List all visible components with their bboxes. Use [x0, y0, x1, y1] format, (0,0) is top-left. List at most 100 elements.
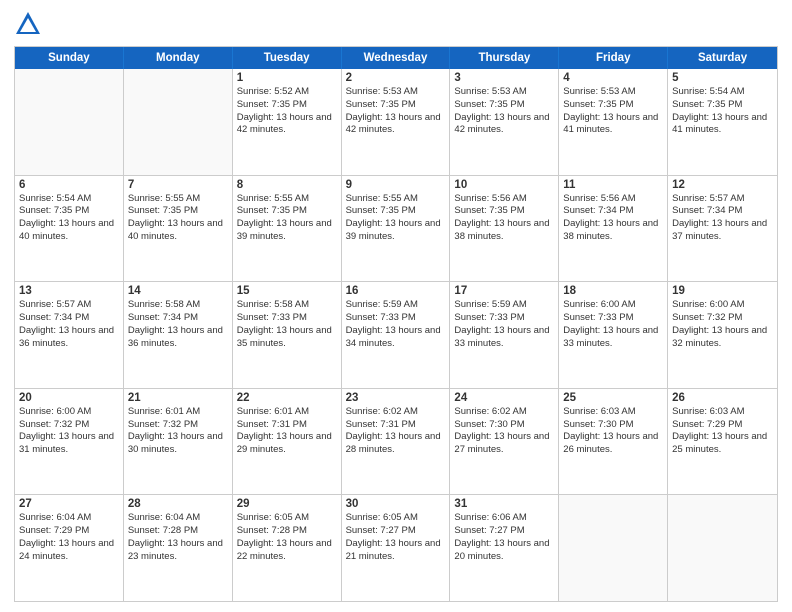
day-detail: Sunrise: 5:58 AM Sunset: 7:34 PM Dayligh… — [128, 299, 228, 350]
day-number: 27 — [19, 498, 119, 510]
day-detail: Sunrise: 5:54 AM Sunset: 7:35 PM Dayligh… — [19, 193, 119, 244]
day-detail: Sunrise: 6:03 AM Sunset: 7:29 PM Dayligh… — [672, 406, 773, 457]
day-detail: Sunrise: 6:02 AM Sunset: 7:30 PM Dayligh… — [454, 406, 554, 457]
day-cell-24: 24 Sunrise: 6:02 AM Sunset: 7:30 PM Dayli… — [450, 389, 559, 495]
day-number: 21 — [128, 392, 228, 404]
day-detail: Sunrise: 6:05 AM Sunset: 7:27 PM Dayligh… — [346, 512, 446, 563]
day-detail: Sunrise: 6:04 AM Sunset: 7:29 PM Dayligh… — [19, 512, 119, 563]
day-cell-15: 15 Sunrise: 5:58 AM Sunset: 7:33 PM Dayli… — [233, 282, 342, 388]
day-number: 4 — [563, 72, 663, 84]
day-number: 13 — [19, 285, 119, 297]
day-number: 19 — [672, 285, 773, 297]
day-number: 24 — [454, 392, 554, 404]
calendar-row-3: 13 Sunrise: 5:57 AM Sunset: 7:34 PM Dayli… — [15, 281, 777, 388]
day-cell-18: 18Sunrise: 6:00 AM Sunset: 7:33 PM Dayli… — [559, 282, 668, 388]
day-number: 16 — [346, 285, 446, 297]
day-number: 3 — [454, 72, 554, 84]
day-detail: Sunrise: 5:53 AM Sunset: 7:35 PM Dayligh… — [346, 86, 446, 137]
day-cell-empty-0-1 — [124, 69, 233, 175]
calendar-row-4: 20 Sunrise: 6:00 AM Sunset: 7:32 PM Dayli… — [15, 388, 777, 495]
day-cell-8: 8 Sunrise: 5:55 AM Sunset: 7:35 PM Daylig… — [233, 176, 342, 282]
day-detail: Sunrise: 5:59 AM Sunset: 7:33 PM Dayligh… — [454, 299, 554, 350]
day-cell-16: 16Sunrise: 5:59 AM Sunset: 7:33 PM Dayli… — [342, 282, 451, 388]
weekday-header-friday: Friday — [559, 47, 668, 69]
day-detail: Sunrise: 5:57 AM Sunset: 7:34 PM Dayligh… — [672, 193, 773, 244]
day-number: 11 — [563, 179, 663, 191]
weekday-header-monday: Monday — [124, 47, 233, 69]
day-number: 1 — [237, 72, 337, 84]
day-cell-empty-4-5 — [559, 495, 668, 601]
page: SundayMondayTuesdayWednesdayThursdayFrid… — [0, 0, 792, 612]
day-number: 31 — [454, 498, 554, 510]
day-cell-3: 3 Sunrise: 5:53 AM Sunset: 7:35 PM Daylig… — [450, 69, 559, 175]
day-number: 22 — [237, 392, 337, 404]
day-cell-19: 19 Sunrise: 6:00 AM Sunset: 7:32 PM Dayli… — [668, 282, 777, 388]
day-cell-5: 5 Sunrise: 5:54 AM Sunset: 7:35 PM Daylig… — [668, 69, 777, 175]
day-cell-21: 21 Sunrise: 6:01 AM Sunset: 7:32 PM Dayli… — [124, 389, 233, 495]
day-number: 10 — [454, 179, 554, 191]
day-detail: Sunrise: 6:01 AM Sunset: 7:31 PM Dayligh… — [237, 406, 337, 457]
day-cell-22: 22 Sunrise: 6:01 AM Sunset: 7:31 PM Dayli… — [233, 389, 342, 495]
day-cell-7: 7Sunrise: 5:55 AM Sunset: 7:35 PM Daylig… — [124, 176, 233, 282]
weekday-header-tuesday: Tuesday — [233, 47, 342, 69]
day-cell-9: 9Sunrise: 5:55 AM Sunset: 7:35 PM Daylig… — [342, 176, 451, 282]
day-number: 18 — [563, 285, 663, 297]
day-detail: Sunrise: 5:53 AM Sunset: 7:35 PM Dayligh… — [563, 86, 663, 137]
weekday-header-saturday: Saturday — [668, 47, 777, 69]
day-number: 14 — [128, 285, 228, 297]
day-detail: Sunrise: 6:00 AM Sunset: 7:32 PM Dayligh… — [672, 299, 773, 350]
day-number: 12 — [672, 179, 773, 191]
day-cell-4: 4 Sunrise: 5:53 AM Sunset: 7:35 PM Daylig… — [559, 69, 668, 175]
day-cell-6: 6 Sunrise: 5:54 AM Sunset: 7:35 PM Daylig… — [15, 176, 124, 282]
day-detail: Sunrise: 5:53 AM Sunset: 7:35 PM Dayligh… — [454, 86, 554, 137]
day-cell-2: 2 Sunrise: 5:53 AM Sunset: 7:35 PM Daylig… — [342, 69, 451, 175]
day-detail: Sunrise: 6:00 AM Sunset: 7:32 PM Dayligh… — [19, 406, 119, 457]
day-detail: Sunrise: 6:01 AM Sunset: 7:32 PM Dayligh… — [128, 406, 228, 457]
day-cell-13: 13 Sunrise: 5:57 AM Sunset: 7:34 PM Dayli… — [15, 282, 124, 388]
weekday-header-sunday: Sunday — [15, 47, 124, 69]
day-cell-27: 27 Sunrise: 6:04 AM Sunset: 7:29 PM Dayli… — [15, 495, 124, 601]
day-number: 8 — [237, 179, 337, 191]
logo — [14, 10, 44, 38]
day-detail: Sunrise: 5:55 AM Sunset: 7:35 PM Dayligh… — [237, 193, 337, 244]
calendar-body: 1 Sunrise: 5:52 AM Sunset: 7:35 PM Daylig… — [15, 69, 777, 601]
day-detail: Sunrise: 6:06 AM Sunset: 7:27 PM Dayligh… — [454, 512, 554, 563]
day-number: 20 — [19, 392, 119, 404]
day-cell-empty-0-0 — [15, 69, 124, 175]
calendar-row-5: 27 Sunrise: 6:04 AM Sunset: 7:29 PM Dayli… — [15, 494, 777, 601]
day-detail: Sunrise: 5:52 AM Sunset: 7:35 PM Dayligh… — [237, 86, 337, 137]
day-detail: Sunrise: 5:57 AM Sunset: 7:34 PM Dayligh… — [19, 299, 119, 350]
day-detail: Sunrise: 5:58 AM Sunset: 7:33 PM Dayligh… — [237, 299, 337, 350]
day-detail: Sunrise: 6:03 AM Sunset: 7:30 PM Dayligh… — [563, 406, 663, 457]
day-number: 6 — [19, 179, 119, 191]
day-cell-23: 23Sunrise: 6:02 AM Sunset: 7:31 PM Dayli… — [342, 389, 451, 495]
day-cell-1: 1 Sunrise: 5:52 AM Sunset: 7:35 PM Daylig… — [233, 69, 342, 175]
day-cell-empty-4-6 — [668, 495, 777, 601]
day-detail: Sunrise: 5:54 AM Sunset: 7:35 PM Dayligh… — [672, 86, 773, 137]
day-detail: Sunrise: 5:56 AM Sunset: 7:35 PM Dayligh… — [454, 193, 554, 244]
day-cell-29: 29 Sunrise: 6:05 AM Sunset: 7:28 PM Dayli… — [233, 495, 342, 601]
day-number: 17 — [454, 285, 554, 297]
calendar-row-2: 6 Sunrise: 5:54 AM Sunset: 7:35 PM Daylig… — [15, 175, 777, 282]
day-detail: Sunrise: 5:56 AM Sunset: 7:34 PM Dayligh… — [563, 193, 663, 244]
day-detail: Sunrise: 6:05 AM Sunset: 7:28 PM Dayligh… — [237, 512, 337, 563]
day-number: 29 — [237, 498, 337, 510]
day-cell-14: 14 Sunrise: 5:58 AM Sunset: 7:34 PM Dayli… — [124, 282, 233, 388]
weekday-header-wednesday: Wednesday — [342, 47, 451, 69]
day-cell-20: 20 Sunrise: 6:00 AM Sunset: 7:32 PM Dayli… — [15, 389, 124, 495]
day-cell-10: 10 Sunrise: 5:56 AM Sunset: 7:35 PM Dayli… — [450, 176, 559, 282]
day-cell-30: 30Sunrise: 6:05 AM Sunset: 7:27 PM Dayli… — [342, 495, 451, 601]
day-cell-26: 26Sunrise: 6:03 AM Sunset: 7:29 PM Dayli… — [668, 389, 777, 495]
logo-icon — [14, 10, 42, 38]
day-number: 15 — [237, 285, 337, 297]
day-number: 28 — [128, 498, 228, 510]
day-detail: Sunrise: 6:04 AM Sunset: 7:28 PM Dayligh… — [128, 512, 228, 563]
day-detail: Sunrise: 5:55 AM Sunset: 7:35 PM Dayligh… — [346, 193, 446, 244]
day-number: 5 — [672, 72, 773, 84]
weekday-header-thursday: Thursday — [450, 47, 559, 69]
day-number: 2 — [346, 72, 446, 84]
day-cell-31: 31 Sunrise: 6:06 AM Sunset: 7:27 PM Dayli… — [450, 495, 559, 601]
calendar: SundayMondayTuesdayWednesdayThursdayFrid… — [14, 46, 778, 602]
day-cell-28: 28 Sunrise: 6:04 AM Sunset: 7:28 PM Dayli… — [124, 495, 233, 601]
day-cell-11: 11 Sunrise: 5:56 AM Sunset: 7:34 PM Dayli… — [559, 176, 668, 282]
